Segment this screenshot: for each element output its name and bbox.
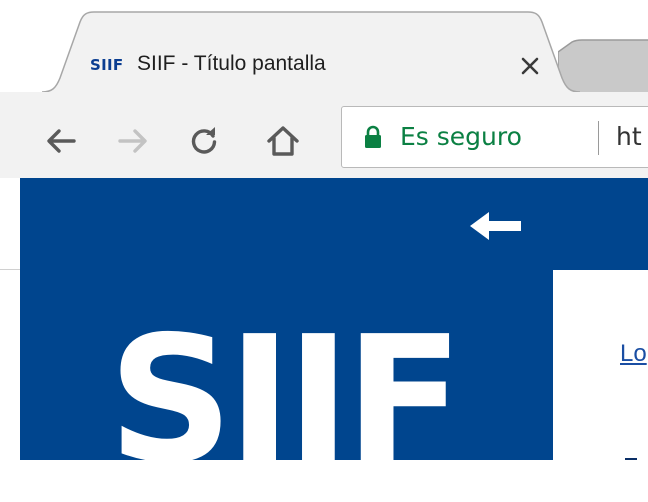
reload-icon xyxy=(191,127,217,154)
sidebar: SIIF xyxy=(20,178,553,488)
url-text[interactable]: ht xyxy=(616,122,642,151)
favicon-icon: SIIF xyxy=(90,56,124,74)
arrow-right-icon xyxy=(118,129,147,153)
lock-icon xyxy=(365,125,381,148)
bottom-edge xyxy=(0,460,648,484)
home-button[interactable] xyxy=(262,120,304,162)
content-link[interactable]: Lo xyxy=(620,340,647,368)
back-button[interactable] xyxy=(40,120,82,162)
arrow-left-icon xyxy=(470,212,521,240)
security-label: Es seguro xyxy=(400,122,522,151)
tab-active[interactable]: SIIF SIIF - Título pantalla xyxy=(42,10,580,94)
tab-title: SIIF - Título pantalla xyxy=(137,52,326,75)
forward-button[interactable] xyxy=(112,120,154,162)
reload-button[interactable] xyxy=(183,120,225,162)
omnibox-divider xyxy=(598,121,599,155)
close-icon[interactable] xyxy=(512,48,548,84)
browser-toolbar: Es seguro ht xyxy=(0,92,648,270)
tab-strip: SIIF SIIF - Título pantalla xyxy=(0,0,648,97)
home-icon xyxy=(267,126,299,156)
address-bar[interactable]: Es seguro ht xyxy=(341,106,648,168)
collapse-sidebar-button[interactable] xyxy=(467,206,527,246)
app-header xyxy=(553,178,648,270)
arrow-left-icon xyxy=(47,129,76,153)
main-content: Lo xyxy=(553,270,648,478)
